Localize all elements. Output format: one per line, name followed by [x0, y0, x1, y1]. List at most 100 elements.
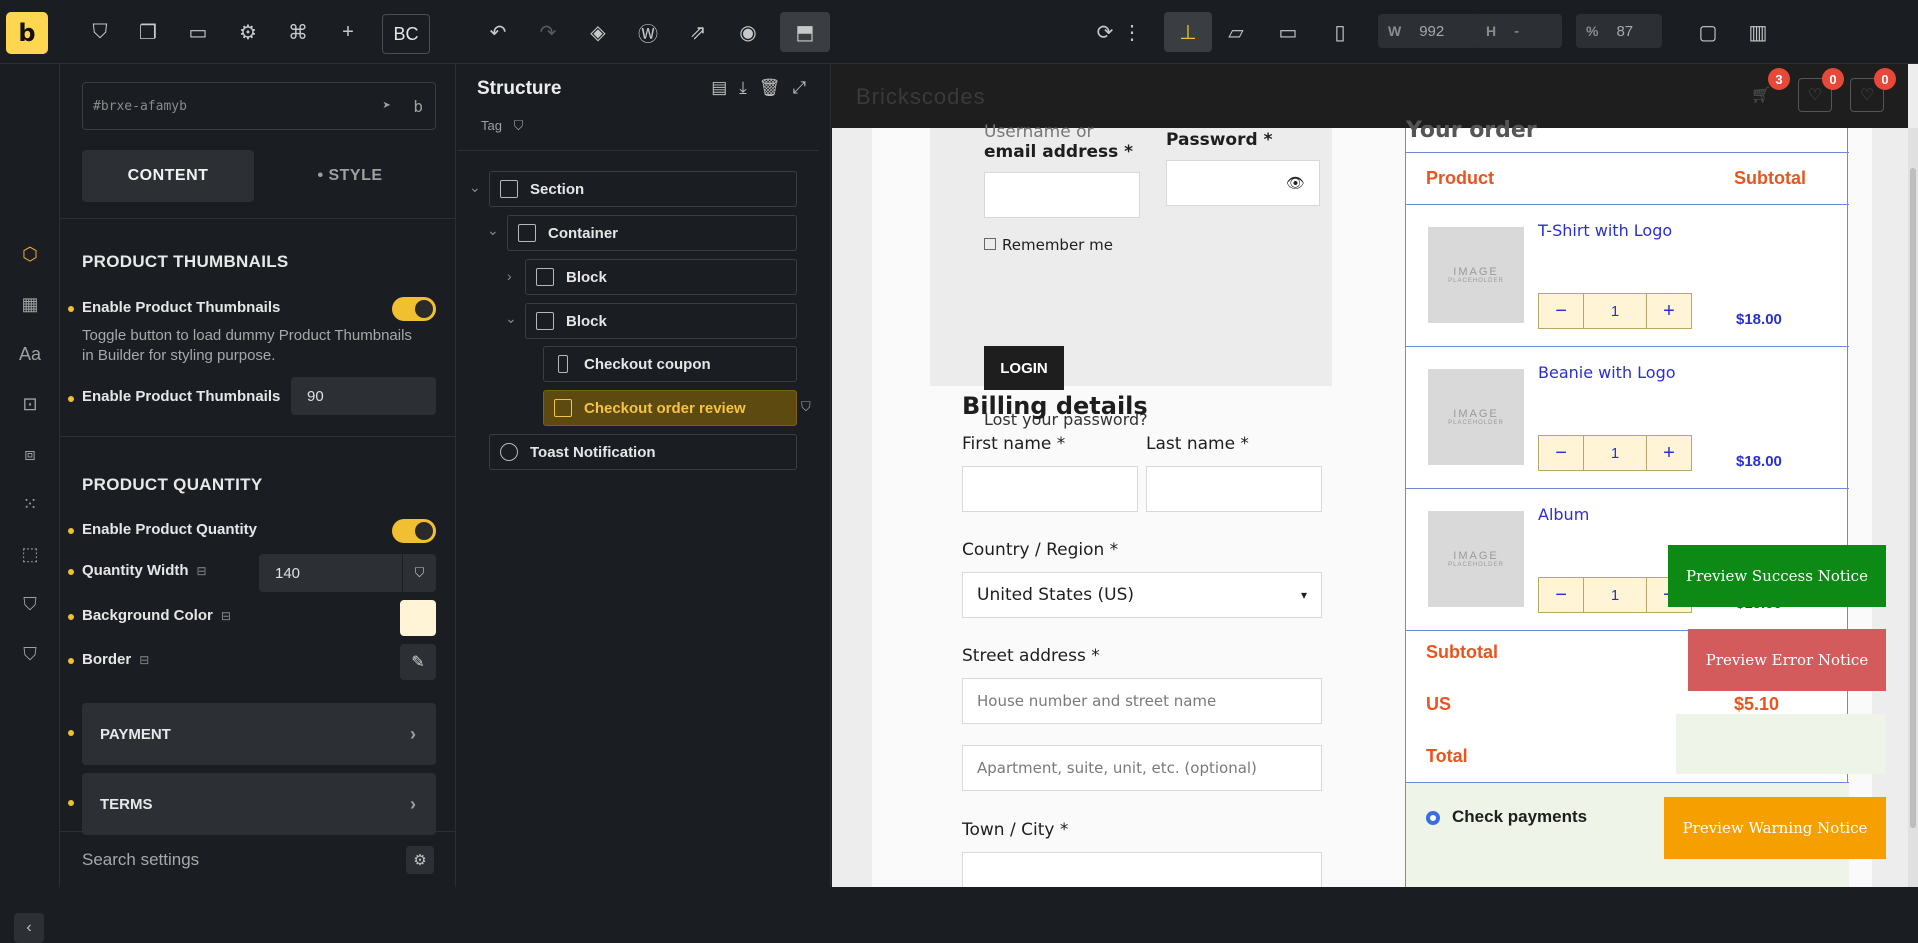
tree-item-section[interactable]: Section — [489, 171, 797, 207]
show-password-eye-icon[interactable]: 👁︎ — [1286, 174, 1305, 192]
panel-toggle-icon[interactable]: ▢ — [1688, 12, 1728, 52]
css3-icon[interactable]: ⛉ — [18, 594, 42, 618]
download-icon[interactable]: ⤓ — [739, 78, 747, 98]
external-link-icon[interactable]: ⇗ — [678, 12, 718, 52]
preview-eye-icon[interactable]: ◉ — [728, 12, 768, 52]
settings-gear-icon[interactable]: ⚙ — [228, 12, 268, 52]
box-3d-icon[interactable]: ⬚ — [18, 544, 42, 568]
grid-columns-icon[interactable]: ▥ — [1738, 12, 1778, 52]
undo-icon[interactable]: ↶ — [478, 12, 518, 52]
tab-content[interactable]: CONTENT — [82, 150, 254, 202]
html5-icon[interactable]: ⛉ — [80, 12, 120, 52]
zoom-field[interactable]: % 87 — [1576, 14, 1662, 48]
add-element-icon[interactable]: + — [328, 12, 368, 52]
scrollbar-thumb[interactable] — [1910, 168, 1916, 828]
layout-icon[interactable]: ▦ — [18, 294, 42, 318]
product-name[interactable]: Album — [1538, 505, 1589, 524]
quantity-value[interactable]: 1 — [1584, 294, 1647, 328]
quantity-width-input[interactable]: 140 ⛉ — [259, 554, 436, 592]
country-select[interactable]: United States (US) ▾ — [962, 572, 1322, 618]
command-icon[interactable]: ⌘ — [278, 12, 318, 52]
thumbnails-size-input[interactable]: 90 — [291, 377, 436, 415]
layers-icon[interactable]: ◈ — [578, 12, 618, 52]
accordion-terms[interactable]: TERMS › — [82, 773, 436, 835]
wordpress-icon[interactable]: Ⓦ — [628, 12, 668, 52]
width-field[interactable]: W 992 — [1378, 14, 1480, 48]
element-id-logo-icon[interactable]: b — [413, 97, 423, 116]
breakpoint-mobile-icon[interactable]: ▯ — [1320, 12, 1360, 52]
border-edit-pencil-icon[interactable]: ✎ — [400, 644, 436, 680]
caret-down-icon[interactable]: ⌄ — [505, 310, 517, 327]
product-name[interactable]: T-Shirt with Logo — [1538, 221, 1672, 240]
more-dots-icon[interactable]: ⋮ — [1122, 12, 1142, 52]
breakpoint-tablet-icon[interactable]: ▭ — [1268, 12, 1308, 52]
remember-me-checkbox[interactable] — [984, 238, 996, 250]
breakpoint-tablet-landscape-icon[interactable]: ▱ — [1216, 12, 1256, 52]
login-button[interactable]: LOGIN — [984, 346, 1064, 390]
css-class-icon[interactable]: ⛉ — [801, 399, 811, 415]
search-settings-gear-icon[interactable]: ⚙ — [406, 845, 434, 874]
accordion-payment[interactable]: PAYMENT › — [82, 703, 436, 765]
street-input[interactable]: House number and street name — [962, 678, 1322, 724]
element-id-field[interactable]: #brxe-afamyb ➤ b — [82, 82, 436, 130]
tree-item-toast-notification[interactable]: Toast Notification — [489, 434, 797, 470]
background-color-swatch[interactable] — [400, 600, 436, 636]
tree-item-checkout-order-review[interactable]: Checkout order review — [543, 390, 797, 426]
typography-icon[interactable]: Aa — [18, 344, 42, 368]
bc-button[interactable]: BC — [382, 14, 430, 54]
decrement-button[interactable]: − — [1539, 294, 1585, 328]
increment-button[interactable]: + — [1647, 294, 1691, 328]
preview-info-notice[interactable]: Preview Info Notice — [1676, 714, 1886, 774]
street2-input[interactable]: Apartment, suite, unit, etc. (optional) — [962, 745, 1322, 791]
refresh-icon[interactable]: ⟳ — [1085, 12, 1125, 52]
tree-item-block[interactable]: Block — [525, 259, 797, 295]
clipboard-icon[interactable]: ▤ — [711, 78, 727, 98]
username-input[interactable] — [984, 172, 1140, 218]
enable-quantity-toggle[interactable] — [392, 519, 436, 543]
preview-error-notice[interactable]: Preview Error Notice — [1688, 629, 1886, 691]
tree-item-container[interactable]: Container — [507, 215, 797, 251]
town-input[interactable] — [962, 852, 1322, 887]
dots-grid-icon[interactable]: ⁙ — [18, 494, 42, 518]
remember-me[interactable]: Remember me — [984, 236, 1113, 254]
last-name-input[interactable] — [1146, 466, 1322, 512]
tree-item-checkout-coupon[interactable]: Checkout coupon — [543, 346, 797, 382]
unit-css-icon[interactable]: ⛉ — [402, 554, 436, 592]
preview-warning-notice[interactable]: Preview Warning Notice — [1664, 797, 1886, 859]
bricks-logo[interactable]: b — [6, 12, 48, 54]
height-field[interactable]: H - — [1476, 14, 1562, 48]
frame-icon[interactable]: ⧈ — [18, 444, 42, 468]
folder-icon[interactable]: ▭ — [178, 12, 218, 52]
decrement-button[interactable]: − — [1539, 436, 1585, 470]
payment-radio[interactable] — [1426, 811, 1440, 825]
cursor-select-icon[interactable]: ➤ — [383, 98, 391, 114]
breakpoint-desktop-icon[interactable]: ⊥ — [1164, 12, 1212, 52]
pages-icon[interactable]: ❐ — [128, 12, 168, 52]
preview-success-notice[interactable]: Preview Success Notice — [1668, 545, 1886, 607]
caret-down-icon[interactable]: ⌄ — [469, 179, 481, 196]
quantity-value[interactable]: 1 — [1584, 436, 1647, 470]
html5-rail-icon[interactable]: ⛉ — [18, 644, 42, 668]
increment-button[interactable]: + — [1647, 436, 1691, 470]
payment-check-label[interactable]: Check payments — [1452, 807, 1587, 827]
trash-icon[interactable]: 🗑︎ — [759, 78, 781, 98]
quantity-value[interactable]: 1 — [1584, 578, 1647, 612]
product-name[interactable]: Beanie with Logo — [1538, 363, 1676, 382]
tab-style[interactable]: • STYLE — [264, 150, 436, 202]
caret-right-icon[interactable]: › — [507, 268, 512, 284]
tree-item-block[interactable]: Block — [525, 303, 797, 339]
search-settings-bar[interactable]: Search settings ⚙ — [60, 831, 456, 887]
enable-thumbnails-toggle[interactable] — [392, 297, 436, 321]
site-name[interactable]: Brickscodes — [856, 84, 986, 110]
first-name-input[interactable] — [962, 466, 1138, 512]
collapse-panel-icon[interactable]: ‹ — [14, 913, 44, 943]
password-input[interactable]: 👁︎ — [1166, 160, 1320, 206]
spacing-icon[interactable]: ⊡ — [18, 394, 42, 418]
redo-icon[interactable]: ↷ — [528, 12, 568, 52]
elements-cube-icon[interactable]: ⬡ — [18, 244, 42, 268]
canvas-scrollbar[interactable] — [1908, 128, 1918, 887]
save-template-icon[interactable]: ⬒ — [780, 12, 830, 52]
expand-icon[interactable]: ⤢ — [792, 78, 806, 98]
caret-down-icon[interactable]: ⌄ — [487, 222, 499, 239]
decrement-button[interactable]: − — [1539, 578, 1585, 612]
